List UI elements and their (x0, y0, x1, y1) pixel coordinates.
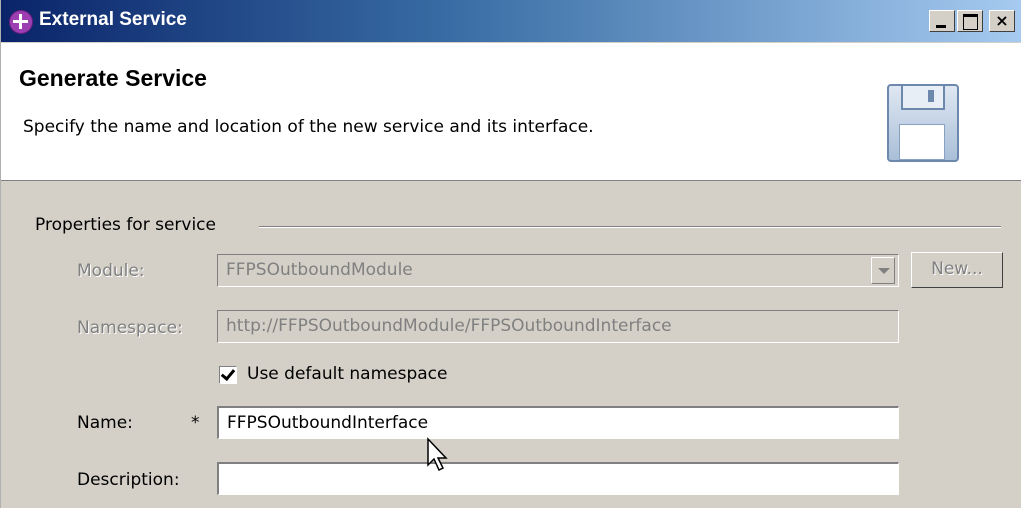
page-description: Specify the name and location of the new… (23, 117, 594, 137)
app-icon (9, 10, 33, 34)
use-default-namespace-checkbox[interactable] (219, 366, 237, 384)
namespace-label: Namespace: (77, 318, 183, 338)
maximize-icon (963, 14, 978, 30)
minimize-icon (936, 25, 946, 28)
page-title: Generate Service (19, 65, 207, 91)
maximize-button[interactable] (957, 10, 983, 32)
close-button[interactable]: × (989, 10, 1015, 32)
minimize-button[interactable] (929, 10, 955, 32)
mouse-cursor-icon (427, 437, 448, 472)
title-bar[interactable]: External Service × (1, 0, 1021, 42)
module-label: Module: (77, 261, 145, 281)
chevron-down-icon[interactable] (871, 257, 895, 284)
name-label: Name: (77, 413, 133, 433)
module-combo[interactable]: FFPSOutboundModule (217, 254, 899, 287)
namespace-field[interactable]: http://FFPSOutboundModule/FFPSOutboundIn… (217, 310, 899, 343)
name-field[interactable]: FFPSOutboundInterface (217, 406, 899, 439)
close-icon: × (995, 11, 1009, 30)
floppy-label (899, 124, 945, 160)
header-banner: Generate Service Specify the name and lo… (1, 43, 1021, 181)
group-divider (259, 226, 1001, 228)
required-marker: * (191, 413, 200, 433)
group-title: Properties for service (35, 215, 222, 235)
external-service-window: External Service × Generate Service Spec… (0, 0, 1021, 508)
description-field[interactable] (217, 462, 899, 495)
description-label: Description: (77, 470, 180, 490)
use-default-namespace-label[interactable]: Use default namespace (247, 364, 447, 384)
floppy-disk-icon (887, 84, 959, 162)
window-title: External Service (39, 9, 187, 30)
floppy-shutter (901, 86, 945, 110)
new-module-button[interactable]: New... (911, 252, 1003, 288)
